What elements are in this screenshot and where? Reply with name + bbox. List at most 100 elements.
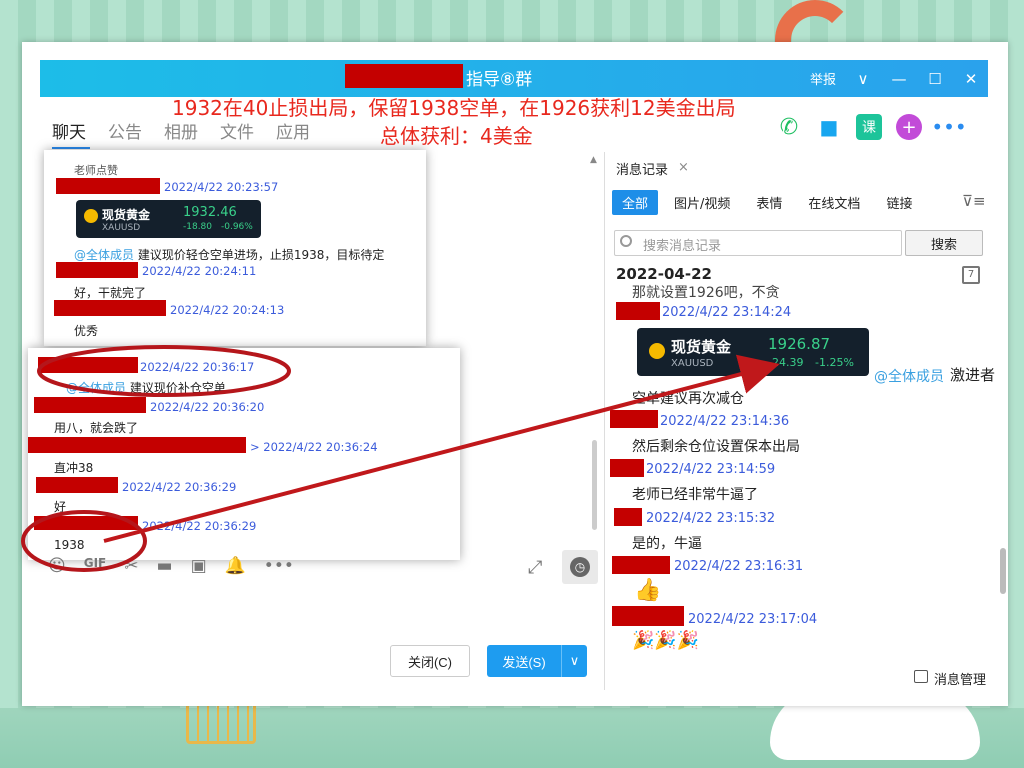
history-title: 消息记录 <box>616 163 669 178</box>
redacted-name <box>345 64 463 88</box>
gold-ticker-card[interactable]: 现货黄金 XAUUSD 1932.46 -18.80 -0.96% <box>76 200 261 238</box>
video-icon[interactable]: ■ <box>816 114 842 140</box>
timestamp: 2022/4/22 20:24:11 <box>142 264 257 278</box>
history-message-list: 那就设置1926吧，不贪 2022/4/22 23:14:24 现货黄金 XAU… <box>610 284 1000 664</box>
ticker-price: 1932.46 <box>183 205 237 220</box>
redacted-sender <box>610 410 658 428</box>
history-clock-button[interactable]: ◷ <box>562 550 598 584</box>
thumbs-up-icon: 👍 <box>634 578 662 603</box>
message-text: 然后剩余仓位设置保本出局 <box>632 439 800 455</box>
history-tab-media[interactable]: 图片/视频 <box>664 190 740 215</box>
redacted-sender <box>34 397 146 413</box>
redacted-sender <box>36 477 118 493</box>
partial-message: 老师点赞 <box>74 164 118 177</box>
filter-icon[interactable]: ⊽≡ <box>962 192 986 210</box>
history-tab-docs[interactable]: 在线文档 <box>798 190 870 215</box>
ticker-code: XAUUSD <box>671 358 714 369</box>
message-text: 好，干就完了 <box>74 286 147 300</box>
close-button[interactable]: 关闭(C) <box>390 645 470 677</box>
timestamp: 2022/4/22 20:36:20 <box>150 400 265 414</box>
plus-icon[interactable]: + <box>896 114 922 140</box>
timestamp: > 2022/4/22 20:36:24 <box>250 440 378 454</box>
tab-album[interactable]: 相册 <box>164 118 198 143</box>
history-tab-stickers[interactable]: 表情 <box>746 190 792 215</box>
more-icon[interactable]: ••• <box>931 114 966 140</box>
mention-all[interactable]: @全体成员 <box>66 381 126 395</box>
message-text: 是的，牛逼 <box>632 536 702 552</box>
message-text: 好 <box>54 500 67 514</box>
timestamp: 2022/4/22 23:14:36 <box>660 414 790 429</box>
history-tab-all[interactable]: 全部 <box>612 190 659 215</box>
emoji-icon[interactable]: ☺ <box>48 556 66 576</box>
history-scrollbar[interactable] <box>1000 548 1006 594</box>
minimize-icon[interactable]: — <box>890 70 908 88</box>
message-management-link[interactable]: 消息管理 <box>914 669 986 688</box>
message-text: 空单建议再次减仓 <box>632 391 744 407</box>
folder-icon[interactable]: ▬ <box>157 556 173 576</box>
close-icon[interactable]: ✕ <box>962 70 980 88</box>
ticker-percent: -0.96% <box>221 222 253 232</box>
send-label: 发送(S) <box>502 654 546 670</box>
redacted-sender <box>616 302 660 320</box>
history-search-button[interactable]: 搜索 <box>905 230 983 256</box>
window-title: 指导⑧群 <box>466 70 533 90</box>
scissors-icon[interactable]: ✂ <box>124 556 138 576</box>
decorative-cart <box>186 700 256 744</box>
tab-apps[interactable]: 应用 <box>276 118 310 143</box>
tab-chat[interactable]: 聊天 <box>52 118 86 143</box>
chat-scrollbar[interactable] <box>592 440 597 530</box>
top-action-icons: ✆ ■ 课 + ••• <box>776 114 967 140</box>
close-icon[interactable]: × <box>678 160 689 175</box>
chevron-down-icon[interactable]: ∨ <box>561 645 587 677</box>
redacted-sender <box>56 262 138 278</box>
mention-all[interactable]: @全体成员 <box>74 248 134 262</box>
more-icon[interactable]: ••• <box>264 556 294 576</box>
screenshot-card-1: 老师点赞 2022/4/22 20:23:57 现货黄金 XAUUSD 1932… <box>44 150 426 346</box>
tab-announcement[interactable]: 公告 <box>108 118 142 143</box>
ticker-name: 现货黄金 <box>102 208 151 222</box>
calendar-icon[interactable]: 7 <box>962 266 980 284</box>
expand-icon[interactable]: ⤢ <box>528 557 542 578</box>
ticker-change: -18.80 <box>183 222 213 232</box>
chevron-down-icon[interactable]: ∨ <box>854 70 872 88</box>
gold-coin-icon <box>649 343 665 359</box>
tab-files[interactable]: 文件 <box>220 118 254 143</box>
partial-message: 那就设置1926吧，不贪 <box>632 285 780 301</box>
history-tab-links[interactable]: 链接 <box>876 190 922 215</box>
timestamp: 2022/4/22 20:36:17 <box>140 360 255 374</box>
ticker-name: 现货黄金 <box>671 338 732 356</box>
clock-icon: ◷ <box>570 557 590 577</box>
search-icon <box>620 235 632 247</box>
gif-icon[interactable]: GIF <box>84 556 107 576</box>
bell-icon[interactable]: 🔔 <box>225 556 246 576</box>
timestamp: 2022/4/22 23:15:32 <box>646 511 776 526</box>
scroll-up-icon[interactable]: ▲ <box>590 155 597 165</box>
redacted-sender <box>54 300 166 316</box>
redacted-sender <box>56 178 160 194</box>
report-button[interactable]: 举报 <box>810 69 836 88</box>
mention-all[interactable]: @全体成员 <box>874 366 944 386</box>
group-tabs: 聊天 公告 相册 文件 应用 <box>52 118 310 143</box>
redacted-sender <box>610 459 644 477</box>
message-body: 建议现价补仓空单 <box>129 381 226 395</box>
send-button[interactable]: 发送(S) ∨ <box>487 645 587 677</box>
history-search-input[interactable]: 搜索消息记录 <box>614 230 902 256</box>
timestamp: 2022/4/22 23:16:31 <box>674 559 804 574</box>
image-icon[interactable]: ▣ <box>191 556 207 576</box>
message-text: @全体成员 建议现价轻仓空单进场，止损1938，目标待定 <box>74 246 384 263</box>
message-text: 用八，就会跌了 <box>54 421 139 435</box>
redacted-sender <box>34 516 138 530</box>
input-toolbar: ☺ GIF ✂ ▬ ▣ 🔔 ••• <box>48 556 294 576</box>
phone-icon[interactable]: ✆ <box>776 114 802 140</box>
screenshot-card-2: 2022/4/22 20:36:17 @全体成员 建议现价补仓空单 2022/4… <box>28 348 460 560</box>
timestamp: 2022/4/22 23:17:04 <box>688 612 818 627</box>
ticker-price: 1926.87 <box>768 335 831 353</box>
ticker-code: XAUUSD <box>102 223 141 233</box>
timestamp: 2022/4/22 20:24:13 <box>170 303 285 317</box>
course-icon[interactable]: 课 <box>856 114 882 140</box>
history-date: 2022-04-22 <box>616 265 712 283</box>
message-text: 优秀 <box>74 324 99 338</box>
gold-ticker-card[interactable]: 现货黄金 XAUUSD 1926.87 -24.39 -1.25% <box>637 328 869 376</box>
redacted-sender <box>38 357 138 373</box>
maximize-icon[interactable]: ☐ <box>926 70 944 88</box>
